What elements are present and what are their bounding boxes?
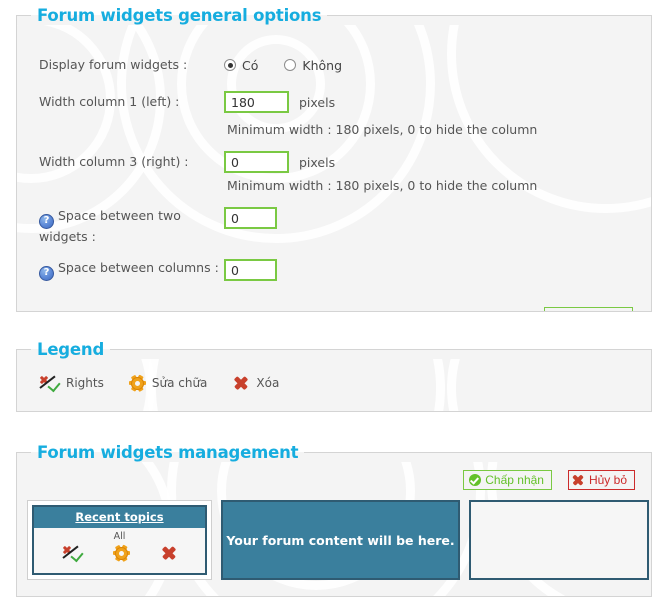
radio-no[interactable] [284, 59, 297, 71]
field-space-between-columns: ? Space between columns : [39, 259, 277, 281]
hint-width-column-3: Minimum width : 180 pixels, 0 to hide th… [227, 178, 538, 193]
field-width-column-3: Width column 3 (right) : pixels [39, 151, 335, 173]
gear-icon [128, 374, 146, 392]
gear-icon-widget[interactable] [113, 544, 130, 562]
input-width-column-1[interactable] [224, 91, 289, 113]
radio-yes[interactable] [224, 59, 236, 71]
widget-recent-topics-title-text: Recent topics [75, 510, 164, 524]
delete-x-icon [233, 375, 249, 391]
widget-recent-topics-title: Recent topics [34, 507, 205, 528]
hint-width-column-1: Minimum width : 180 pixels, 0 to hide th… [227, 122, 538, 137]
accept-button-management[interactable]: Chấp nhận [463, 470, 552, 490]
radio-no-label[interactable]: Không [302, 58, 342, 73]
forum-content-placeholder-text: Your forum content will be here. [226, 532, 455, 548]
radio-group-display-forum-widgets[interactable]: Có Không [224, 58, 342, 73]
page-root: Forum widgets general options Display fo… [0, 0, 669, 600]
label-space-between-columns-text: Space between columns : [57, 260, 219, 275]
widget-recent-topics[interactable]: Recent topics All [32, 505, 207, 575]
accept-button-general[interactable]: Chấp nhận [544, 307, 633, 312]
accept-button-management-label: Chấp nhận [485, 473, 544, 487]
forum-widgets-general-options-panel: Forum widgets general options Display fo… [16, 6, 652, 312]
legend-item-delete-label: Xóa [256, 376, 280, 390]
label-space-between-widgets: ? Space between two widgets : [39, 207, 224, 245]
widget-column-left[interactable]: Recent topics All [27, 500, 212, 580]
field-space-between-widgets: ? Space between two widgets : [39, 207, 277, 245]
widget-recent-topics-actions [34, 543, 205, 565]
panel-title-legend: Legend [37, 340, 105, 359]
widget-column-center: Your forum content will be here. [221, 500, 460, 580]
legend-item-edit: Sửa chữa [128, 374, 208, 392]
panel-title-management: Forum widgets management [37, 443, 299, 462]
label-width-column-3: Width column 3 (right) : [39, 154, 189, 169]
cancel-button-management[interactable]: Hủy bỏ [567, 470, 635, 490]
legend-items: Rights Sửa chữa Xóa [17, 359, 651, 393]
legend-item-delete: Xóa [233, 375, 279, 391]
legend-item-edit-label: Sửa chữa [151, 376, 208, 390]
legend-panel: Legend Rights Sửa chữa Xóa [16, 340, 652, 412]
unit-width-column-3: pixels [299, 154, 336, 170]
rights-icon-widget[interactable] [62, 545, 84, 563]
management-action-buttons: Chấp nhận Hủy bỏ [463, 470, 635, 490]
cancel-button-management-label: Hủy bỏ [588, 473, 627, 487]
widget-columns-layout: Recent topics All Your forum content wil… [27, 500, 649, 580]
forum-widgets-management-panel: Forum widgets management Chấp nhận Hủy b… [16, 443, 652, 597]
input-space-between-columns[interactable] [224, 259, 277, 281]
panel-title-general: Forum widgets general options [37, 6, 322, 25]
legend-item-rights-label: Rights [66, 376, 104, 390]
accept-button-general-label: Chấp nhận [566, 310, 625, 311]
rights-icon [39, 375, 61, 393]
legend-item-rights: Rights [39, 375, 104, 393]
input-space-between-widgets[interactable] [224, 207, 277, 229]
check-circle-icon [550, 311, 562, 312]
delete-x-icon-widget[interactable] [161, 545, 177, 561]
help-icon-space-columns[interactable]: ? [39, 265, 54, 281]
widget-column-right[interactable] [469, 500, 649, 580]
label-space-between-columns: ? Space between columns : [39, 259, 224, 281]
field-display-forum-widgets: Display forum widgets : Có Không [39, 57, 342, 73]
label-width-column-1: Width column 1 (left) : [39, 94, 180, 109]
widget-recent-topics-subtitle: All [113, 531, 126, 542]
help-icon-space-widgets[interactable]: ? [39, 213, 54, 229]
label-display-forum-widgets: Display forum widgets : [39, 57, 188, 72]
field-width-column-1: Width column 1 (left) : pixels [39, 91, 335, 113]
cancel-x-icon [571, 473, 585, 487]
unit-width-column-1: pixels [299, 94, 336, 110]
check-circle-icon-management [469, 474, 482, 486]
label-space-between-widgets-text: Space between two widgets : [39, 208, 181, 244]
input-width-column-3[interactable] [224, 151, 289, 173]
radio-yes-label[interactable]: Có [242, 58, 258, 73]
general-submit-row: Chấp nhận [544, 307, 633, 312]
